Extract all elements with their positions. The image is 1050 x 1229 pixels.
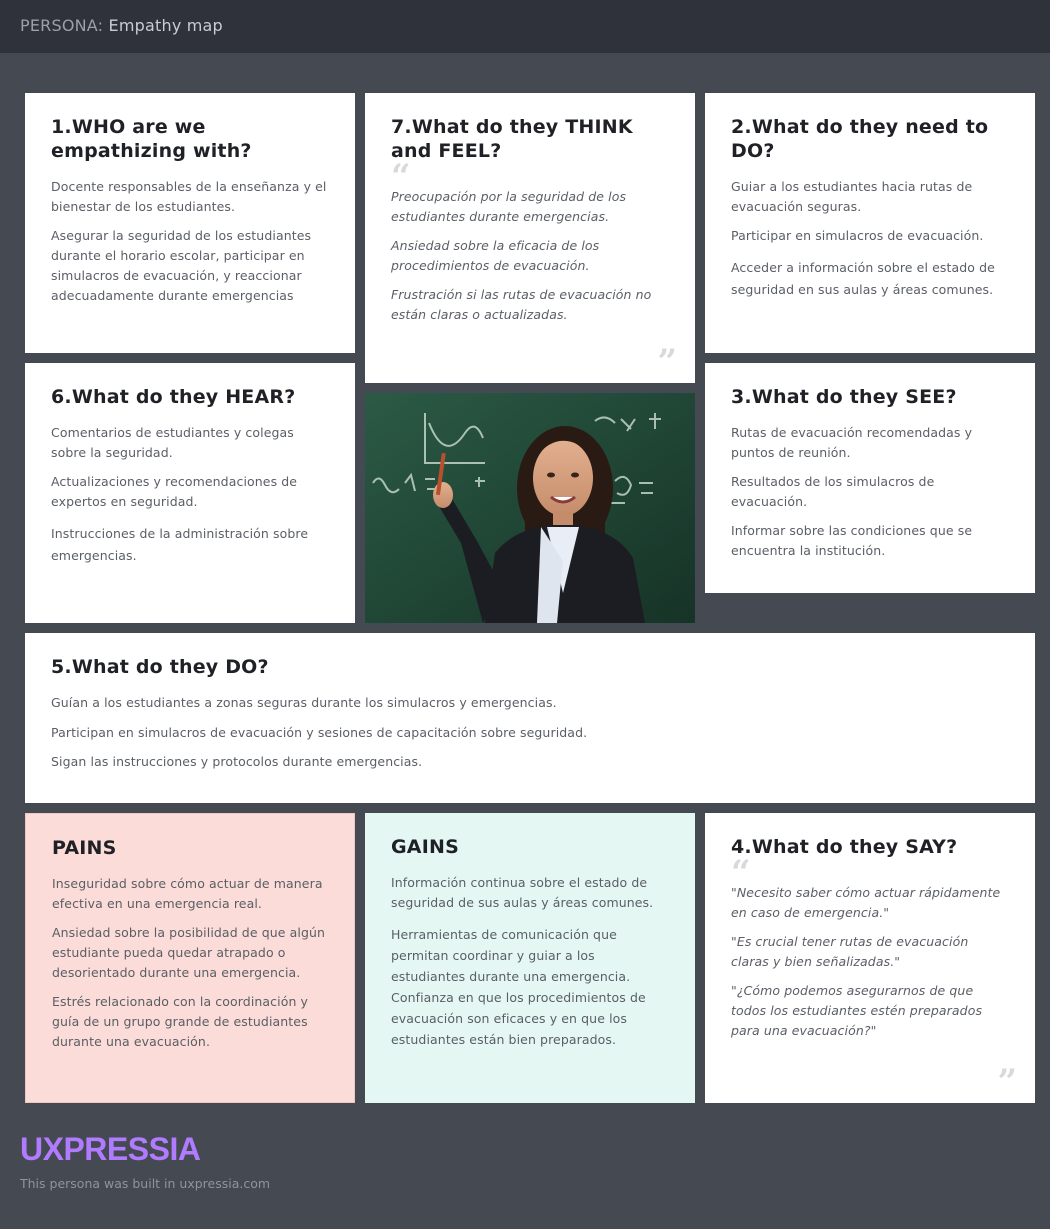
card-item: "Es crucial tener rutas de evacuación cl…	[731, 934, 969, 969]
card-item: Resultados de los simulacros de evacuaci…	[731, 474, 935, 509]
card-see: 3.What do they SEE? Rutas de evacuación …	[705, 363, 1035, 593]
title-prefix: PERSONA:	[20, 16, 104, 35]
card-item: Guían a los estudiantes a zonas seguras …	[51, 695, 557, 710]
card-item: Actualizaciones y recomendaciones de exp…	[51, 474, 298, 509]
footer-note: This persona was built in uxpressia.com	[20, 1176, 271, 1191]
card-who: 1.WHO are we empathizing with? Docente r…	[25, 93, 355, 353]
card-heading: 7.What do they THINK and FEEL?	[391, 116, 633, 162]
card-item: Guiar a los estudiantes hacia rutas de e…	[731, 179, 973, 214]
card-item: Ansiedad sobre la posibilidad de que alg…	[52, 925, 326, 980]
card-do: 5.What do they DO? Guían a los estudiant…	[25, 633, 1035, 803]
card-heading: 6.What do they HEAR?	[51, 386, 296, 408]
persona-photo	[365, 393, 695, 623]
card-think-feel: 7.What do they THINK and FEEL? “ Preocup…	[365, 93, 695, 383]
card-item: "Necesito saber cómo actuar rápidamente …	[731, 885, 1001, 920]
card-heading: 2.What do they need to DO?	[731, 116, 989, 162]
persona-illustration	[365, 393, 695, 623]
card-item: Ansiedad sobre la eficacia de los proced…	[391, 238, 600, 273]
open-quote-icon: “	[391, 157, 411, 197]
card-pains: PAINS Inseguridad sobre cómo actuar de m…	[25, 813, 355, 1103]
close-quote-icon: ”	[997, 1062, 1017, 1102]
card-item: Rutas de evacuación recomendadas y punto…	[731, 425, 973, 460]
page-title: PERSONA: Empathy map	[20, 16, 223, 35]
open-quote-icon: “	[731, 853, 751, 893]
card-item: Sigan las instrucciones y protocolos dur…	[51, 754, 423, 769]
card-item: Participar en simulacros de evacuación.	[731, 228, 984, 243]
card-item: Estrés relacionado con la coordinación y…	[52, 994, 309, 1049]
uxpressia-logo[interactable]: UXPRESSIA	[20, 1131, 201, 1168]
card-heading: GAINS	[391, 836, 459, 858]
card-item: Informar sobre las condiciones que se en…	[731, 523, 973, 558]
card-gains: GAINS Información continua sobre el esta…	[365, 813, 695, 1103]
card-item: Docente responsables de la enseñanza y e…	[51, 179, 327, 214]
card-heading: 1.WHO are we empathizing with?	[51, 116, 252, 162]
card-item: Herramientas de comunicación que permita…	[391, 927, 646, 1047]
card-item: Comentarios de estudiantes y colegas sob…	[51, 425, 294, 460]
card-say: 4.What do they SAY? “ "Necesito saber có…	[705, 813, 1035, 1103]
card-heading: PAINS	[52, 837, 117, 859]
card-item: Instrucciones de la administración sobre…	[51, 526, 309, 563]
card-item: "¿Cómo podemos asegurarnos de que todos …	[731, 983, 983, 1038]
title-text: Empathy map	[108, 16, 223, 35]
top-bar: PERSONA: Empathy map	[0, 0, 1050, 53]
card-need-to-do: 2.What do they need to DO? Guiar a los e…	[705, 93, 1035, 353]
card-item: Asegurar la seguridad de los estudiantes…	[51, 228, 312, 303]
card-item: Acceder a información sobre el estado de…	[731, 260, 995, 297]
card-item: Preocupación por la seguridad de los est…	[391, 189, 627, 224]
card-item: Inseguridad sobre cómo actuar de manera …	[52, 876, 323, 911]
card-hear: 6.What do they HEAR? Comentarios de estu…	[25, 363, 355, 623]
card-item: Información continua sobre el estado de …	[391, 875, 654, 910]
card-heading: 5.What do they DO?	[51, 656, 269, 678]
card-item: Frustración si las rutas de evacuación n…	[391, 287, 652, 322]
card-item: Participan en simulacros de evacuación y…	[51, 725, 588, 740]
card-heading: 3.What do they SEE?	[731, 386, 957, 408]
close-quote-icon: ”	[657, 342, 677, 382]
card-heading: 4.What do they SAY?	[731, 836, 958, 858]
